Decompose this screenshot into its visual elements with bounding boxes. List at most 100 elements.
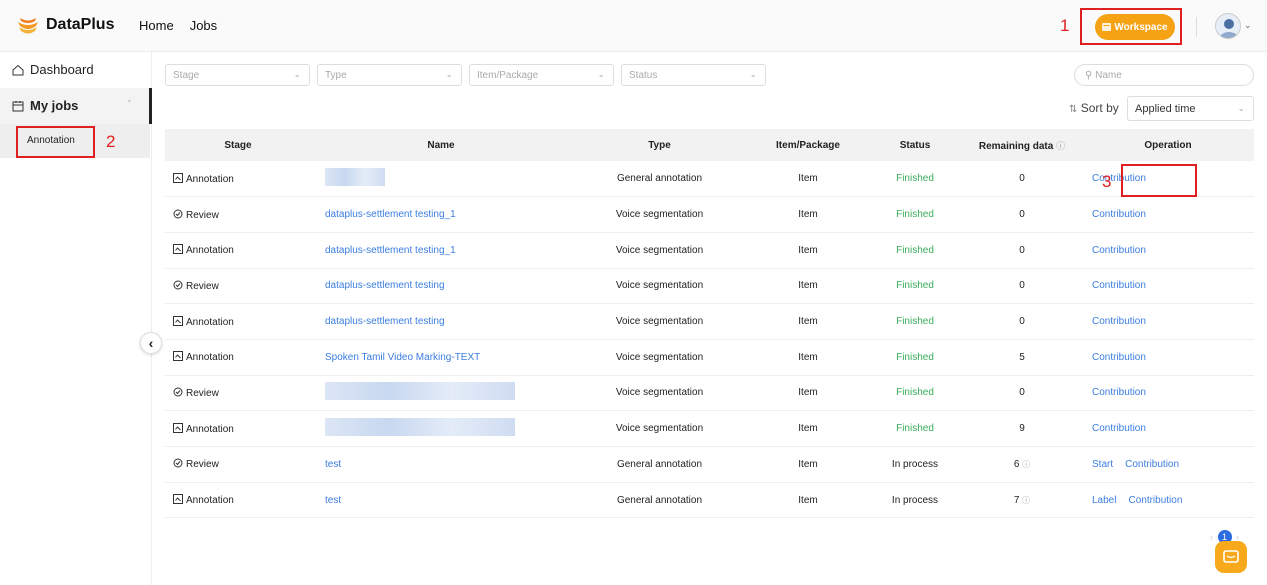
job-name-link[interactable]: dataplus-settlement testing_1 <box>325 209 456 220</box>
logo[interactable]: DataPlus <box>16 14 114 36</box>
annotation-marker-2: 2 <box>106 132 116 151</box>
operation-start-link[interactable]: Start <box>1092 459 1113 470</box>
operation-contribution-link[interactable]: Contribution <box>1092 209 1146 220</box>
stage-cell: Review <box>165 197 311 233</box>
table-header-row: Stage Name Type Item/Package Status Rema… <box>165 129 1254 161</box>
name-cell: test <box>311 482 571 518</box>
operation-contribution-link[interactable]: Contribution <box>1092 280 1146 291</box>
stage-cell: Review <box>165 268 311 304</box>
chevron-up-icon[interactable]: ˆ <box>128 99 131 109</box>
operation-cell: Contribution <box>1082 339 1254 375</box>
type-cell: Voice segmentation <box>615 209 704 221</box>
stage-label: Review <box>186 209 219 221</box>
column-header-stage[interactable]: Stage <box>165 129 311 161</box>
help-icon[interactable]: ⓘ <box>1056 141 1065 151</box>
nav-jobs[interactable]: Jobs <box>190 18 217 33</box>
item-cell: Item <box>798 387 818 399</box>
item-cell: Item <box>798 423 818 435</box>
item-cell: Item <box>798 280 818 292</box>
status-filter-placeholder: Status <box>629 70 658 81</box>
search-icon: ⚲ <box>1085 70 1093 81</box>
redacted-name <box>325 168 385 187</box>
prev-page-icon[interactable]: ‹ <box>1210 532 1213 542</box>
sort-icon: ⇅ <box>1069 104 1078 115</box>
stage-cell: Annotation <box>165 339 311 375</box>
sidebar-item-my-jobs[interactable]: My jobs <box>12 98 78 113</box>
status-cell: Finished <box>896 209 934 221</box>
chevron-left-icon: ‹ <box>148 335 154 351</box>
job-name-link[interactable]: dataplus-settlement testing <box>325 316 445 327</box>
sidebar-item-dashboard[interactable]: Dashboard <box>12 62 94 77</box>
nav-home[interactable]: Home <box>139 18 174 33</box>
operation-cell: Contribution <box>1082 268 1254 304</box>
operation-contribution-link[interactable]: Contribution <box>1092 316 1146 327</box>
remaining-cell: 9 <box>962 411 1082 447</box>
job-name-link[interactable]: Spoken Tamil Video Marking-TEXT <box>325 352 480 363</box>
type-filter[interactable]: Type ⌄ <box>317 64 462 86</box>
stage-label: Annotation <box>186 352 234 364</box>
active-indicator <box>149 88 152 124</box>
name-cell <box>311 375 571 411</box>
stage-label: Annotation <box>186 423 234 435</box>
remaining-header-label: Remaining data <box>978 140 1054 152</box>
stage-label: Annotation <box>186 316 234 328</box>
stage-label: Review <box>186 280 219 292</box>
avatar[interactable] <box>1215 13 1241 39</box>
logo-icon <box>18 18 38 34</box>
jobs-table: Stage Name Type Item/Package Status Rema… <box>165 129 1254 518</box>
operation-contribution-link[interactable]: Contribution <box>1125 459 1179 470</box>
table-row: Review test General annotation Item In p… <box>165 447 1254 483</box>
column-header-type: Type <box>648 139 671 151</box>
stage-filter[interactable]: Stage ⌄ <box>165 64 310 86</box>
remaining-value: 6 <box>1013 458 1020 470</box>
remaining-value: 0 <box>1019 280 1025 292</box>
status-cell: Finished <box>896 351 934 363</box>
status-filter[interactable]: Status ⌄ <box>621 64 766 86</box>
workspace-button[interactable]: Workspace <box>1095 14 1175 40</box>
table-row: Annotation dataplus-settlement testing V… <box>165 304 1254 340</box>
job-name-link[interactable]: dataplus-settlement testing <box>325 280 445 291</box>
remaining-value: 0 <box>1019 244 1025 256</box>
operation-label-link[interactable]: Label <box>1092 495 1116 506</box>
status-cell: In process <box>891 458 939 470</box>
remaining-value: 0 <box>1019 209 1025 221</box>
chevron-down-icon[interactable]: ⌄ <box>1244 20 1252 31</box>
operation-contribution-link[interactable]: Contribution <box>1092 245 1146 256</box>
remaining-cell: 0 <box>962 268 1082 304</box>
column-header-status: Status <box>899 139 931 151</box>
search-input[interactable]: ⚲ Name <box>1074 64 1254 86</box>
column-header-remaining: Remaining data ⓘ <box>962 129 1082 161</box>
item-cell: Item <box>798 244 818 256</box>
operation-contribution-link[interactable]: Contribution <box>1092 423 1146 434</box>
name-cell: dataplus-settlement testing_1 <box>311 232 571 268</box>
brand-name: DataPlus <box>46 16 115 33</box>
operation-cell: Contribution <box>1082 304 1254 340</box>
remaining-cell: 0 <box>962 375 1082 411</box>
item-package-filter-placeholder: Item/Package <box>477 70 539 81</box>
job-name-link[interactable]: dataplus-settlement testing_1 <box>325 245 456 256</box>
job-name-link[interactable]: test <box>325 459 341 470</box>
operation-cell: Contribution <box>1082 375 1254 411</box>
remaining-cell: 0 <box>962 161 1082 197</box>
operation-contribution-link[interactable]: Contribution <box>1092 352 1146 363</box>
redacted-name <box>325 418 515 437</box>
chat-button[interactable] <box>1215 541 1247 573</box>
sort-select[interactable]: Applied time ⌄ <box>1127 96 1254 121</box>
status-cell: Finished <box>896 423 934 435</box>
job-name-link[interactable]: test <box>325 495 341 506</box>
stage-cell: Annotation <box>165 411 311 447</box>
sidebar: Dashboard My jobs ˆ Annotation 2 <box>0 52 152 585</box>
help-icon[interactable]: ⓘ <box>1022 460 1030 469</box>
remaining-value: 0 <box>1019 173 1025 185</box>
item-package-filter[interactable]: Item/Package ⌄ <box>469 64 614 86</box>
help-icon[interactable]: ⓘ <box>1022 496 1030 505</box>
stage-label: Review <box>186 387 219 399</box>
sidebar-group-my-jobs[interactable]: My jobs ˆ <box>0 88 152 124</box>
collapse-sidebar-button[interactable]: ‹ <box>140 332 162 354</box>
column-header-item-package: Item/Package <box>776 139 840 151</box>
operation-contribution-link[interactable]: Contribution <box>1092 387 1146 398</box>
operation-contribution-link[interactable]: Contribution <box>1128 495 1182 506</box>
annotation-box-3 <box>1121 164 1197 197</box>
remaining-value: 0 <box>1019 387 1025 399</box>
chat-icon <box>1223 550 1239 563</box>
